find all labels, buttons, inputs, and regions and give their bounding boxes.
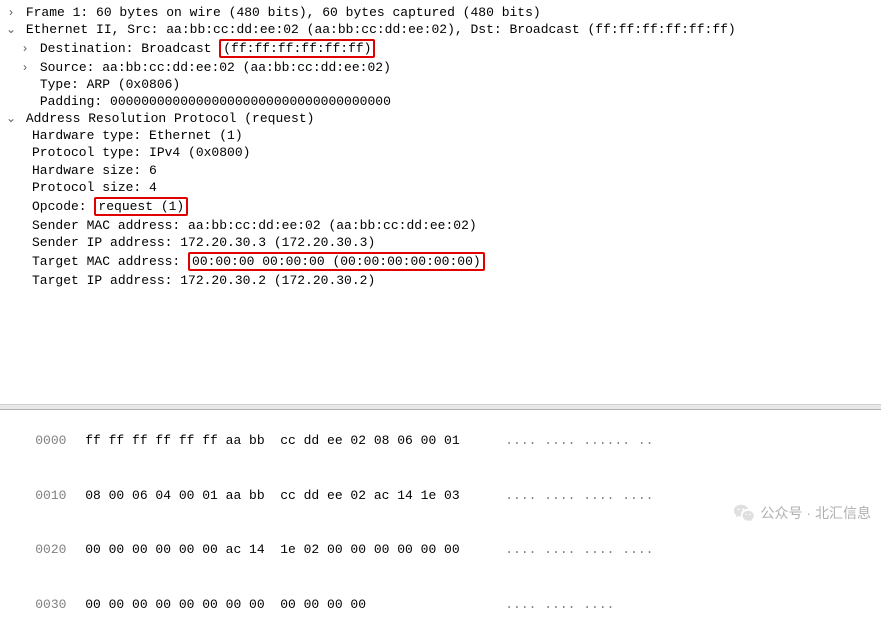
proto-type-row[interactable]: Protocol type: IPv4 (0x0800) (4, 144, 877, 161)
frame-summary-label: Frame 1: 60 bytes on wire (480 bits), 60… (26, 5, 541, 20)
padding-label: Padding: 0000000000000000000000000000000… (40, 94, 391, 109)
proto-type-label: Protocol type: IPv4 (0x0800) (32, 146, 250, 161)
target-mac-value: 00:00:00 00:00:00 (00:00:00:00:00:00) (192, 254, 481, 269)
type-row[interactable]: Type: ARP (0x0806) (4, 76, 877, 93)
hex-bytes-right: 1e 02 00 00 00 00 00 00 (280, 541, 475, 559)
opcode-label: Opcode: (32, 199, 94, 214)
ethernet-header-label: Ethernet II, Src: aa:bb:cc:dd:ee:02 (aa:… (26, 22, 736, 37)
hex-ascii: .... .... .... .... (505, 541, 653, 559)
target-mac-label: Target MAC address: (32, 254, 188, 269)
proto-size-row[interactable]: Protocol size: 4 (4, 179, 877, 196)
chevron-down-icon[interactable]: ⌄ (4, 23, 18, 37)
hex-row[interactable]: 001008 00 06 04 00 01 aa bbcc dd ee 02 a… (4, 469, 877, 524)
hex-bytes-left: 00 00 00 00 00 00 ac 14 (85, 541, 280, 559)
target-ip-label: Target IP address: 172.20.30.2 (172.20.3… (32, 273, 375, 288)
hex-offset: 0020 (35, 541, 85, 559)
frame-summary-row[interactable]: › Frame 1: 60 bytes on wire (480 bits), … (4, 4, 877, 21)
hw-size-row[interactable]: Hardware size: 6 (4, 162, 877, 179)
hex-ascii: .... .... .... .... (505, 487, 653, 505)
hex-bytes-left: 08 00 06 04 00 01 aa bb (85, 487, 280, 505)
sender-ip-label: Sender IP address: 172.20.30.3 (172.20.3… (32, 235, 375, 250)
hex-offset: 0030 (35, 596, 85, 614)
target-mac-row[interactable]: Target MAC address: 00:00:00 00:00:00 (0… (4, 251, 877, 272)
sender-mac-label: Sender MAC address: aa:bb:cc:dd:ee:02 (a… (32, 218, 477, 233)
hex-bytes-right: cc dd ee 02 ac 14 1e 03 (280, 487, 475, 505)
arp-header-row[interactable]: ⌄ Address Resolution Protocol (request) (4, 110, 877, 127)
proto-size-label: Protocol size: 4 (32, 180, 157, 195)
hex-bytes-right: cc dd ee 02 08 06 00 01 (280, 432, 475, 450)
opcode-row[interactable]: Opcode: request (1) (4, 196, 877, 217)
hex-dump-pane[interactable]: 0000ff ff ff ff ff ff aa bbcc dd ee 02 0… (0, 410, 881, 530)
hw-type-label: Hardware type: Ethernet (1) (32, 128, 243, 143)
sender-ip-row[interactable]: Sender IP address: 172.20.30.3 (172.20.3… (4, 234, 877, 251)
hex-ascii: .... .... .... (505, 596, 614, 614)
opcode-value-highlight: request (1) (94, 197, 188, 216)
type-label: Type: ARP (0x0806) (40, 77, 180, 92)
hw-type-row[interactable]: Hardware type: Ethernet (1) (4, 127, 877, 144)
hex-ascii: .... .... ...... .. (505, 432, 653, 450)
destination-value: (ff:ff:ff:ff:ff:ff) (223, 41, 371, 56)
hex-bytes-left: ff ff ff ff ff ff aa bb (85, 432, 280, 450)
hex-bytes-right: 00 00 00 00 (280, 596, 475, 614)
hex-offset: 0000 (35, 432, 85, 450)
hex-bytes-left: 00 00 00 00 00 00 00 00 (85, 596, 280, 614)
destination-row[interactable]: › Destination: Broadcast (ff:ff:ff:ff:ff… (4, 38, 877, 59)
hw-size-label: Hardware size: 6 (32, 163, 157, 178)
hex-row[interactable]: 0000ff ff ff ff ff ff aa bbcc dd ee 02 0… (4, 414, 877, 469)
chevron-right-icon[interactable]: › (4, 6, 18, 20)
source-label: Source: aa:bb:cc:dd:ee:02 (aa:bb:cc:dd:e… (40, 60, 391, 75)
source-row[interactable]: › Source: aa:bb:cc:dd:ee:02 (aa:bb:cc:dd… (4, 59, 877, 76)
ethernet-header-row[interactable]: ⌄ Ethernet II, Src: aa:bb:cc:dd:ee:02 (a… (4, 21, 877, 38)
packet-details-pane[interactable]: › Frame 1: 60 bytes on wire (480 bits), … (0, 0, 881, 404)
target-ip-row[interactable]: Target IP address: 172.20.30.2 (172.20.3… (4, 272, 877, 289)
chevron-right-icon[interactable]: › (18, 42, 32, 56)
destination-label: Destination: Broadcast (40, 41, 219, 56)
hex-row[interactable]: 002000 00 00 00 00 00 ac 141e 02 00 00 0… (4, 523, 877, 578)
padding-row[interactable]: Padding: 0000000000000000000000000000000… (4, 93, 877, 110)
chevron-right-icon[interactable]: › (18, 61, 32, 75)
arp-header-label: Address Resolution Protocol (request) (26, 111, 315, 126)
hex-offset: 0010 (35, 487, 85, 505)
destination-value-highlight: (ff:ff:ff:ff:ff:ff) (219, 39, 375, 58)
sender-mac-row[interactable]: Sender MAC address: aa:bb:cc:dd:ee:02 (a… (4, 217, 877, 234)
target-mac-value-highlight: 00:00:00 00:00:00 (00:00:00:00:00:00) (188, 252, 485, 271)
opcode-value: request (1) (98, 199, 184, 214)
hex-row[interactable]: 003000 00 00 00 00 00 00 0000 00 00 00..… (4, 578, 877, 632)
chevron-down-icon[interactable]: ⌄ (4, 112, 18, 126)
